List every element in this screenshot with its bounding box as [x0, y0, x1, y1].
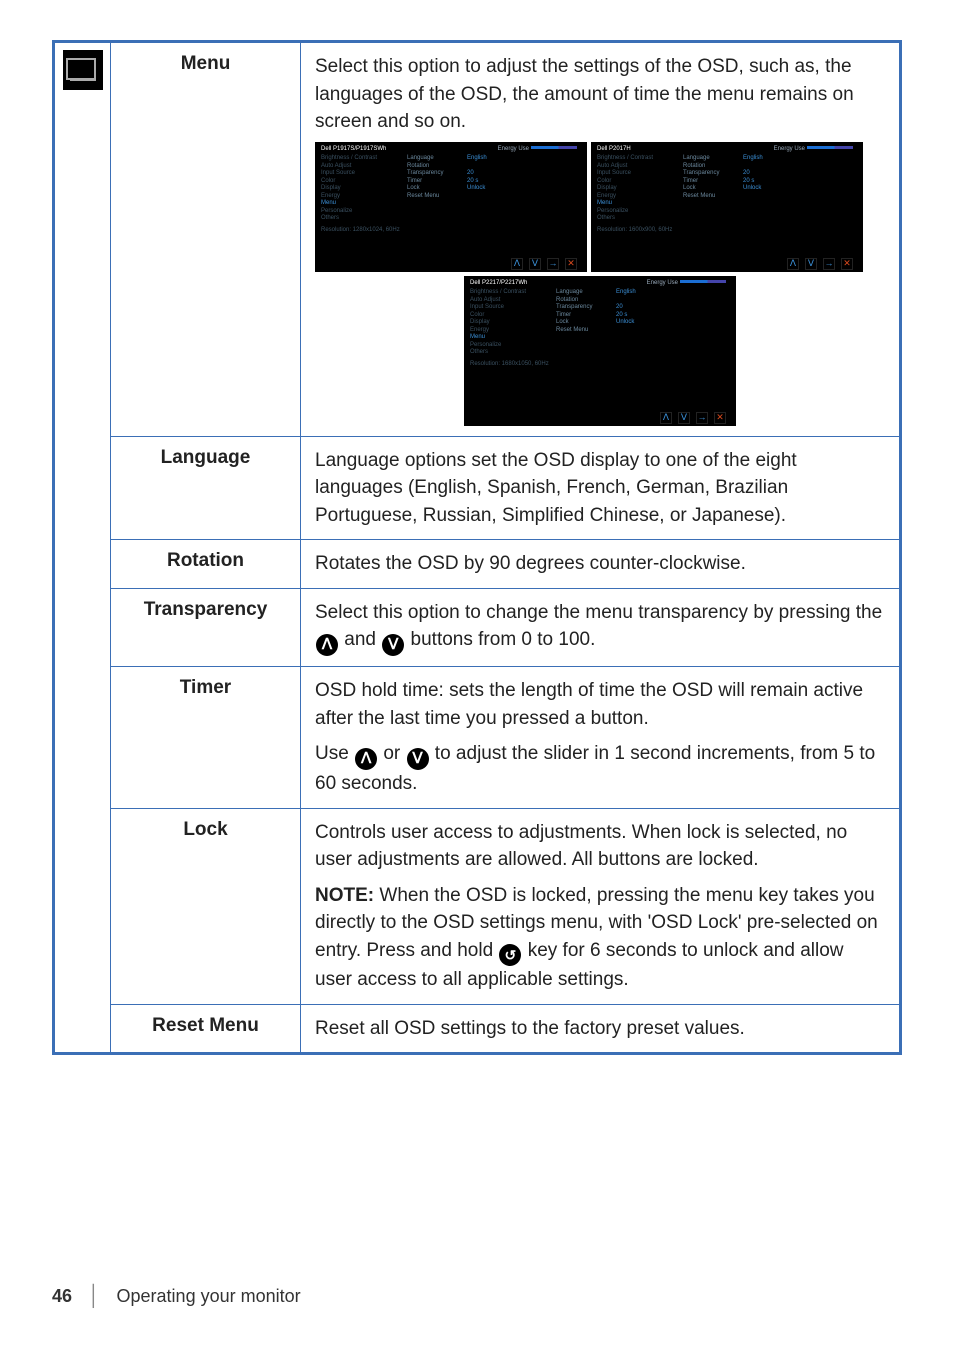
row-desc-rotation: Rotates the OSD by 90 degrees counter-cl…: [301, 540, 900, 589]
menu-category-icon: [63, 50, 103, 90]
row-label-menu: Menu: [111, 43, 301, 437]
row-label-language: Language: [111, 436, 301, 540]
row-desc-transparency: Select this option to change the menu tr…: [301, 588, 900, 666]
row-label-lock: Lock: [111, 808, 301, 1004]
up-arrow-icon: ᐱ: [316, 634, 338, 656]
row-label-transparency: Transparency: [111, 588, 301, 666]
row-desc-language: Language options set the OSD display to …: [301, 436, 900, 540]
row-label-timer: Timer: [111, 667, 301, 809]
osd-settings-table: Menu Select this option to adjust the se…: [54, 42, 900, 1053]
page-footer: 46 │ Operating your monitor: [52, 1285, 301, 1308]
row-desc-lock: Controls user access to adjustments. Whe…: [301, 808, 900, 1004]
osd-panel-3: Dell P2217/P2217Wh Energy Use Brightness…: [464, 276, 736, 426]
row-label-rotation: Rotation: [111, 540, 301, 589]
osd-buttons: ᐱᐯ → ✕: [511, 258, 577, 270]
page-number: 46: [52, 1286, 72, 1307]
osd-up-icon: ᐱ: [511, 258, 523, 270]
down-arrow-icon: ᐯ: [382, 634, 404, 656]
row-label-reset: Reset Menu: [111, 1004, 301, 1053]
osd-right-icon: →: [547, 258, 559, 270]
note-label: NOTE:: [315, 885, 374, 906]
menu-desc-text: Select this option to adjust the setting…: [315, 56, 854, 132]
row-desc-reset: Reset all OSD settings to the factory pr…: [301, 1004, 900, 1053]
footer-section: Operating your monitor: [117, 1286, 301, 1307]
osd-energy-bar: Energy Use: [498, 146, 577, 154]
osd-panel-2: Dell P2017H Energy Use Brightness / Cont…: [591, 142, 863, 272]
footer-separator-icon: │: [88, 1285, 101, 1308]
osd-screenshots: Dell P1917S/P1917SWh Energy Use Brightne…: [315, 142, 885, 426]
osd-resolution: Resolution: 1280x1024, 60Hz: [321, 227, 581, 235]
osd-right-label: Language: [407, 155, 467, 163]
osd-close-icon: ✕: [565, 258, 577, 270]
row-desc-timer: OSD hold time: sets the length of time t…: [301, 667, 900, 809]
up-arrow-icon: ᐱ: [355, 748, 377, 770]
osd-panel-1: Dell P1917S/P1917SWh Energy Use Brightne…: [315, 142, 587, 272]
osd-down-icon: ᐯ: [529, 258, 541, 270]
osd-right-val: English: [467, 155, 517, 163]
down-arrow-icon: ᐯ: [407, 748, 429, 770]
return-icon: ↺: [499, 944, 521, 966]
row-desc-menu: Select this option to adjust the setting…: [301, 43, 900, 437]
osd-left-item: Brightness / Contrast: [321, 155, 407, 163]
